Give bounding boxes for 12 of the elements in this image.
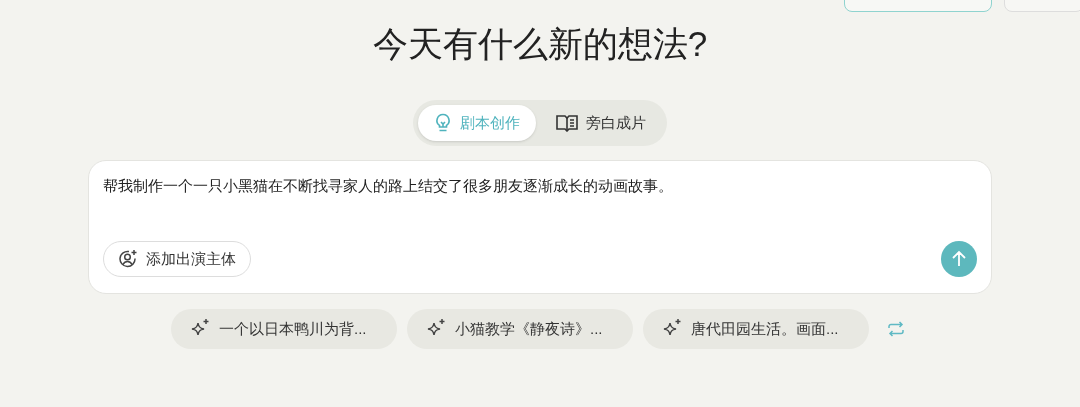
suggestion-chip[interactable]: 唐代田园生活。画面... (643, 309, 869, 349)
suggestion-chip[interactable]: 一个以日本鸭川为背... (171, 309, 397, 349)
refresh-icon (887, 321, 905, 337)
page-title: 今天有什么新的想法? (372, 23, 708, 65)
send-button[interactable] (941, 241, 977, 277)
book-icon (556, 114, 578, 132)
prompt-field[interactable]: 帮我制作一个一只小黑猫在不断找寻家人的路上结交了很多朋友逐渐成长的动画故事。 添加出演主体 (88, 160, 992, 294)
user-add-icon (118, 249, 138, 269)
mode-tab[interactable]: 旁白成片 (540, 105, 662, 141)
arrow-up-icon (950, 250, 968, 268)
lightbulb-icon (434, 113, 452, 133)
suggestion-chip[interactable]: 小猫教学《静夜诗》... (407, 309, 633, 349)
